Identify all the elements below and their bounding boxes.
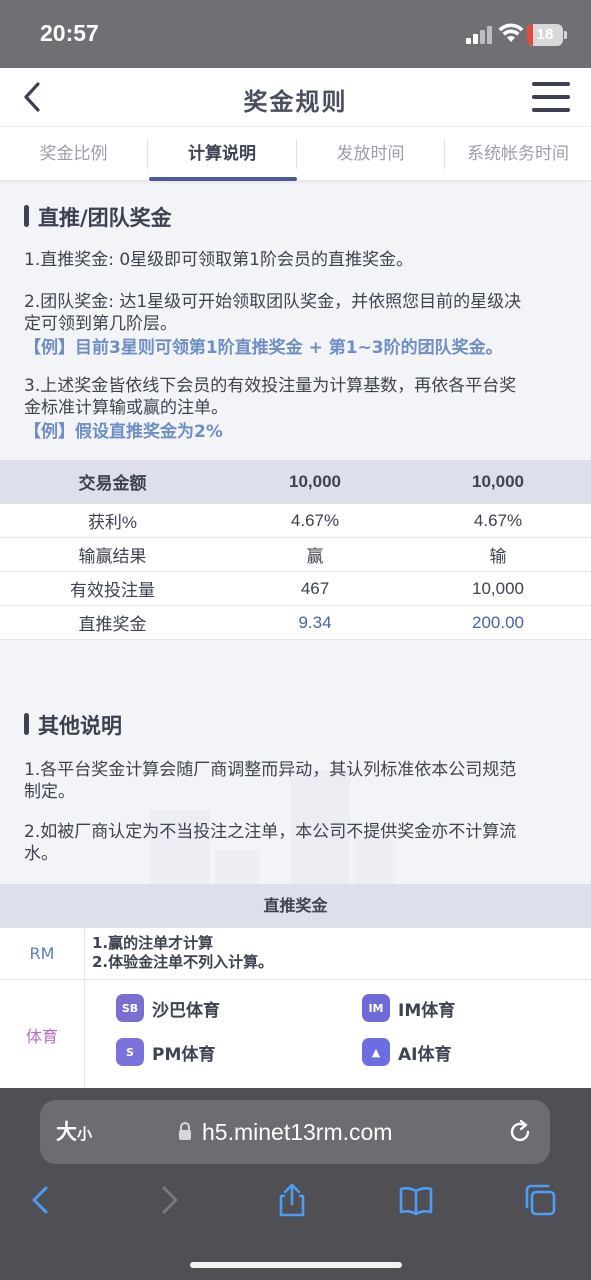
- text-size-button[interactable]: 大小: [56, 1100, 92, 1164]
- signal-icon: [466, 26, 494, 44]
- header-cell: 10,000: [289, 471, 341, 491]
- table-row-sports: 体育 SB 沙巴体育 IM IM体育 S PM体育 ▲ AI体育: [0, 980, 591, 1088]
- other-paragraph-1-line1: 1.各平台奖金计算会随厂商调整而异动，其认列标准依本公司规范: [24, 760, 517, 780]
- lock-icon: [179, 1122, 191, 1140]
- rule-paragraph-2-line1: 2.团队奖金: 达1星级可开始领取团队奖金，并依照您目前的星级决: [24, 292, 522, 312]
- platform-im[interactable]: IM IM体育: [362, 994, 455, 1022]
- menu-icon[interactable]: [532, 82, 570, 112]
- platform-name: 沙巴体育: [152, 1000, 220, 1021]
- table-row: 有效投注量 467 10,000: [0, 572, 591, 606]
- tab-bar: 奖金比例 计算说明 发放时间 系统帐务时间: [0, 126, 591, 181]
- home-indicator[interactable]: [190, 1262, 402, 1268]
- table-cell: 10,000: [472, 578, 524, 598]
- text-size-label: 大: [56, 1120, 77, 1144]
- table-cell: 输: [489, 547, 507, 566]
- wifi-icon: [498, 23, 524, 42]
- forward-icon[interactable]: [150, 1182, 186, 1218]
- other-paragraph-2-line2: 水。: [24, 844, 58, 864]
- table-cell: 4.67%: [473, 510, 523, 530]
- browser-bottom-bar: 大小 h5.minet13rm.com: [0, 1088, 591, 1280]
- table-row: 直推奖金 9.34 200.00: [0, 606, 591, 640]
- calc-table-header: 交易金额 10,000 10,000: [0, 460, 591, 504]
- reload-icon[interactable]: [506, 1118, 534, 1146]
- rm-rule-2: 2.体验金注单不列入计算。: [92, 953, 274, 971]
- table-cell: 赢: [306, 547, 324, 566]
- battery-level: 18: [536, 26, 554, 43]
- rm-label: RM: [0, 928, 85, 979]
- ai-logo-icon: ▲: [362, 1038, 390, 1066]
- im-logo-icon: IM: [362, 994, 390, 1022]
- tab-calculation[interactable]: 计算说明: [148, 127, 296, 181]
- content-area[interactable]: 直推/团队奖金 1.直推奖金: 0星级即可领取第1阶会员的直推奖金。 2.团队奖…: [0, 180, 591, 1088]
- calculation-table: 交易金额 10,000 10,000 获利% 4.67% 4.67% 输赢结果 …: [0, 460, 591, 640]
- rm-rules: 1.赢的注单才计算 2.体验金注单不列入计算。: [92, 934, 273, 972]
- url-text: h5.minet13rm.com: [202, 1119, 393, 1145]
- example-text-1: 【例】目前3星则可领第1阶直推奖金 + 第1~3阶的团队奖金。: [24, 338, 503, 358]
- section-title-direct-team: 直推/团队奖金: [24, 202, 172, 232]
- table-cell: 获利%: [87, 513, 138, 532]
- tab-system-time[interactable]: 系统帐务时间: [445, 127, 591, 181]
- rule-paragraph-3-line1: 3.上述奖金皆依线下会员的有效投注量为计算基数，再依各平台奖: [24, 376, 517, 396]
- other-paragraph-2-line1: 2.如被厂商认定为不当投注之注单，本公司不提供奖金亦不计算流: [24, 822, 517, 842]
- sports-label: 体育: [0, 980, 85, 1088]
- table-cell: 直推奖金: [78, 615, 147, 634]
- share-icon[interactable]: [274, 1182, 310, 1218]
- platform-name: PM体育: [152, 1044, 216, 1065]
- example-text-2: 【例】假设直推奖金为2%: [24, 422, 223, 442]
- tab-payout-time[interactable]: 发放时间: [297, 127, 444, 181]
- platform-ai[interactable]: ▲ AI体育: [362, 1038, 451, 1066]
- table-cell: 200.00: [472, 612, 524, 632]
- back-icon[interactable]: [24, 1182, 60, 1218]
- battery-icon: 18: [527, 24, 567, 46]
- table-row: 输赢结果 赢 输: [0, 538, 591, 572]
- pm-logo-icon: S: [116, 1038, 144, 1066]
- address-bar[interactable]: 大小 h5.minet13rm.com: [40, 1100, 550, 1164]
- platform-saba[interactable]: SB 沙巴体育: [116, 994, 220, 1022]
- platform-name: AI体育: [398, 1044, 452, 1065]
- bonus-table-header: 直推奖金: [0, 884, 591, 928]
- table-cell: 467: [300, 578, 330, 598]
- table-row-rm: RM 1.赢的注单才计算 2.体验金注单不列入计算。: [0, 928, 591, 980]
- header-cell: 交易金额: [78, 474, 147, 493]
- table-cell: 输赢结果: [78, 547, 147, 566]
- saba-logo-icon: SB: [116, 994, 144, 1022]
- rm-rule-1: 1.赢的注单才计算: [92, 934, 214, 952]
- rule-paragraph-1: 1.直推奖金: 0星级即可领取第1阶会员的直推奖金。: [24, 250, 413, 270]
- status-time: 20:57: [40, 20, 99, 46]
- text-size-label-small: 小: [77, 1125, 93, 1143]
- platform-name: IM体育: [398, 1000, 456, 1021]
- table-row: 获利% 4.67% 4.67%: [0, 504, 591, 538]
- section-title-other: 其他说明: [24, 710, 122, 740]
- table-cell: 4.67%: [290, 510, 340, 530]
- platform-pm[interactable]: S PM体育: [116, 1038, 215, 1066]
- rule-paragraph-2-line2: 定可领到第几阶层。: [24, 314, 177, 334]
- page-title: 奖金规则: [243, 88, 348, 116]
- bookmarks-icon[interactable]: [398, 1182, 434, 1218]
- header-cell: 10,000: [472, 471, 524, 491]
- table-cell: 9.34: [298, 612, 332, 632]
- tab-bonus-ratio[interactable]: 奖金比例: [0, 127, 147, 181]
- tabs-icon[interactable]: [522, 1182, 558, 1218]
- app-header: 奖金规则: [0, 68, 591, 126]
- other-paragraph-1-line2: 制定。: [24, 782, 75, 802]
- status-bar: 20:57 18: [0, 0, 591, 68]
- rule-paragraph-3-line2: 金标准计算输或赢的注单。: [24, 398, 228, 418]
- table-cell: 有效投注量: [70, 581, 155, 600]
- bonus-platform-table: 直推奖金 RM 1.赢的注单才计算 2.体验金注单不列入计算。 体育 SB 沙巴…: [0, 884, 591, 1088]
